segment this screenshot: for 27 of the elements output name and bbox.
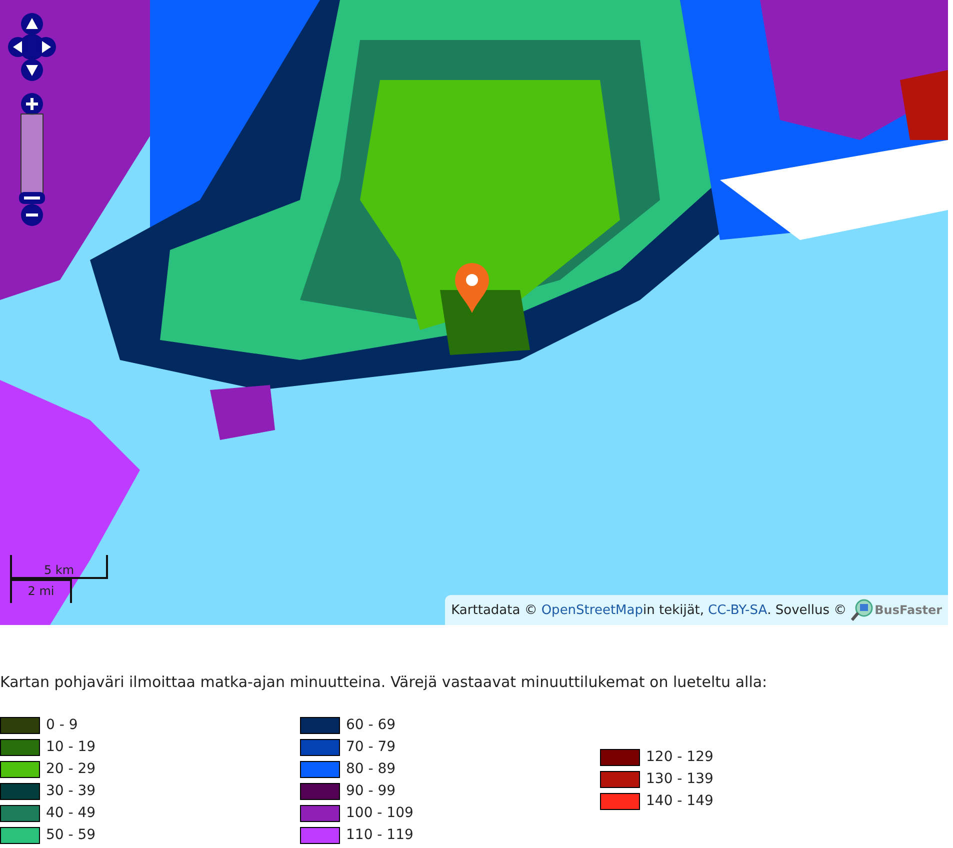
legend-label: 100 - 109 [346,805,414,821]
legend-label: 30 - 39 [46,783,96,799]
legend-label: 70 - 79 [346,739,396,755]
scale-bar-imperial: 2 mi [10,579,72,603]
legend-label: 140 - 149 [646,793,714,809]
legend-label: 80 - 89 [346,761,396,777]
legend-label: 130 - 139 [646,771,714,787]
legend-label: 60 - 69 [346,717,396,733]
location-pin-icon[interactable] [454,262,490,314]
license-link[interactable]: CC-BY-SA [708,602,768,618]
legend-label: 20 - 29 [46,761,96,777]
legend-description: Kartan pohjaväri ilmoittaa matka-ajan minuutteina. Värejä vastaavat minuuttilukemat on lueteltu alla: [0,673,768,691]
logo-text: BusFaster [874,603,942,617]
openstreetmap-link[interactable]: OpenStreetMap [541,602,643,618]
legend-label: 120 - 129 [646,749,714,765]
attribution-text: in tekijät, [643,602,704,618]
legend-label: 50 - 59 [46,827,96,843]
legend-label: 0 - 9 [46,717,78,733]
legend-label: 90 - 99 [346,783,396,799]
scale-bar-metric: 5 km [10,555,108,579]
legend-label: 40 - 49 [46,805,96,821]
legend-label: 110 - 119 [346,827,414,843]
attribution-text: . Sovellus © [767,602,847,618]
map[interactable]: 5 km 2 mi Karttadata © OpenStreetMapin tekijät, CC-BY-SA. Sovellus © BusFaster [0,0,948,625]
magnifier-bus-icon [850,599,873,621]
attribution-text: Karttadata © [451,602,538,618]
legend-label: 10 - 19 [46,739,96,755]
